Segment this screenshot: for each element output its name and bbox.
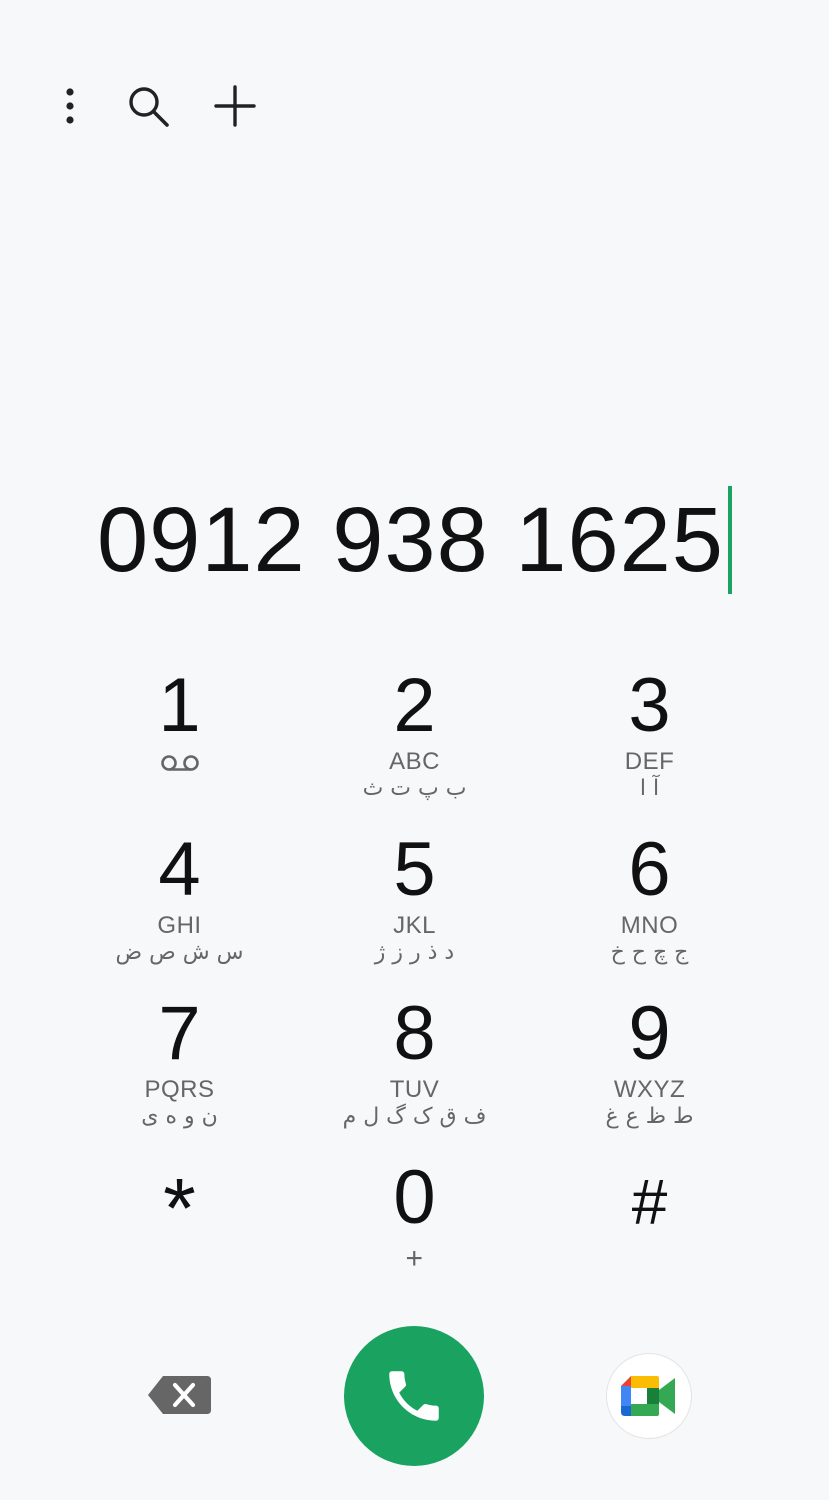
key-digit: 8	[393, 991, 436, 1076]
search-icon	[129, 87, 169, 127]
key-digit: 6	[628, 827, 671, 912]
dialed-number-field[interactable]: 0912 938 1625	[0, 485, 829, 595]
text-cursor	[727, 486, 732, 594]
key-letters: GHI	[157, 912, 202, 939]
key-0[interactable]: 0 +	[297, 1152, 532, 1312]
google-meet-icon	[621, 1376, 675, 1416]
key-farsi-letters: ف ق ک گ ل م	[342, 1104, 487, 1129]
key-digit: 3	[628, 663, 671, 748]
key-9[interactable]: 9 WXYZ ط ظ ع غ	[532, 988, 767, 1148]
key-digit: *	[163, 1161, 196, 1255]
key-digit: 0	[393, 1155, 436, 1240]
key-farsi-letters: آ ا	[639, 776, 660, 801]
key-digit: #	[631, 1166, 668, 1238]
key-letters: DEF	[624, 748, 675, 775]
dialed-number: 0912 938 1625	[97, 489, 724, 591]
key-4[interactable]: 4 GHI س ش ص ض	[62, 824, 297, 984]
key-5[interactable]: 5 JKL د ذ ر ز ژ	[297, 824, 532, 984]
more-options-button[interactable]	[46, 82, 94, 130]
key-letters: PQRS	[144, 1076, 215, 1103]
key-farsi-letters: د ذ ر ز ژ	[374, 940, 455, 965]
top-toolbar	[0, 0, 829, 200]
add-icon	[214, 85, 256, 127]
add-contact-button[interactable]	[211, 82, 259, 130]
key-digit: 2	[393, 663, 436, 748]
key-8[interactable]: 8 TUV ف ق ک گ ل م	[297, 988, 532, 1148]
key-digit: 4	[158, 827, 201, 912]
key-3[interactable]: 3 DEF آ ا	[532, 660, 767, 820]
key-farsi-letters: ج چ ح خ	[610, 940, 689, 965]
key-6[interactable]: 6 MNO ج چ ح خ	[532, 824, 767, 984]
key-digit: 5	[393, 827, 436, 912]
key-digit: 9	[628, 991, 671, 1076]
voicemail-icon	[160, 755, 199, 771]
more-vert-icon	[66, 88, 74, 124]
key-digit: 7	[158, 991, 201, 1076]
key-letters: JKL	[393, 912, 436, 939]
key-2[interactable]: 2 ABC ب پ ت ث	[297, 660, 532, 820]
video-call-button[interactable]	[606, 1353, 692, 1439]
search-button[interactable]	[124, 82, 172, 130]
key-7[interactable]: 7 PQRS ن و ه ی	[62, 988, 297, 1148]
key-letters: WXYZ	[613, 1076, 686, 1103]
key-digit: 1	[158, 663, 201, 748]
key-farsi-letters: ب پ ت ث	[362, 776, 467, 801]
key-star[interactable]: *	[62, 1152, 297, 1312]
key-farsi-letters: ط ظ ع غ	[605, 1104, 694, 1129]
call-button[interactable]	[344, 1326, 484, 1466]
key-letters: MNO	[620, 912, 679, 939]
key-letters: ABC	[389, 748, 440, 775]
backspace-icon	[148, 1376, 211, 1414]
bottom-actions	[0, 1320, 829, 1470]
key-1[interactable]: 1	[62, 660, 297, 820]
key-letters: TUV	[389, 1076, 440, 1103]
key-farsi-letters: ن و ه ی	[141, 1104, 218, 1129]
phone-icon	[389, 1371, 439, 1421]
key-letters: +	[405, 1242, 424, 1275]
key-hash[interactable]: #	[532, 1152, 767, 1312]
key-farsi-letters: س ش ص ض	[115, 940, 244, 965]
delete-button[interactable]	[145, 1370, 215, 1420]
